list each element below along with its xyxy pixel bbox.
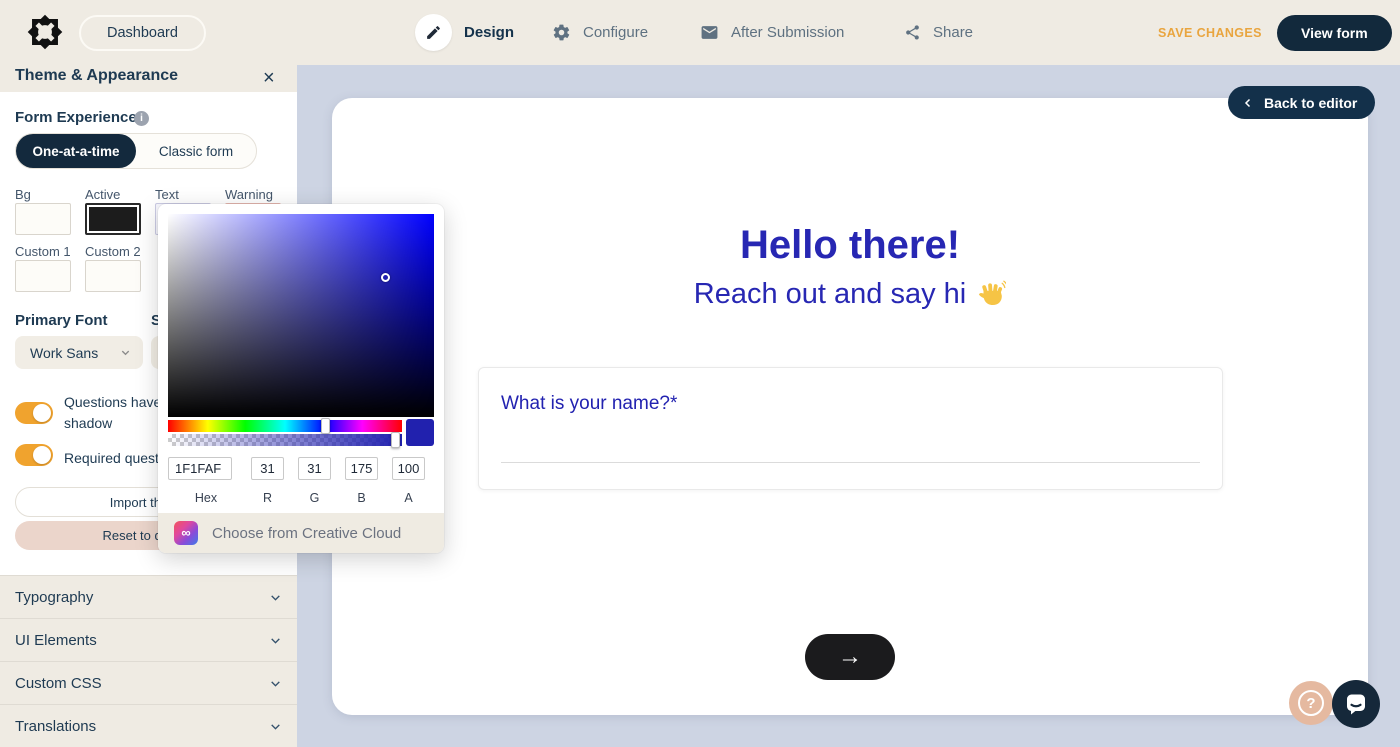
chevron-down-icon — [120, 347, 131, 358]
next-arrow-button[interactable]: → — [805, 634, 895, 680]
swatch-custom1[interactable] — [15, 260, 71, 292]
fillout-logo-icon[interactable] — [26, 12, 64, 52]
sidebar-accordion: Typography UI Elements Custom CSS Transl… — [0, 575, 297, 747]
hex-input[interactable] — [168, 457, 232, 480]
question-mark-icon: ? — [1298, 690, 1324, 716]
chat-widget-button[interactable] — [1332, 680, 1380, 728]
pencil-icon — [415, 14, 452, 51]
tab-configure[interactable]: Configure — [552, 0, 648, 65]
form-experience-label: Form Experience — [15, 109, 137, 126]
selected-color-preview — [406, 419, 434, 446]
view-form-label: View form — [1301, 25, 1368, 41]
section-custom-css[interactable]: Custom CSS — [0, 661, 297, 704]
sidebar-title: Theme & Appearance — [15, 67, 178, 85]
hue-slider[interactable] — [168, 420, 402, 432]
swatch-label-warning: Warning — [225, 187, 273, 202]
share-icon — [904, 24, 921, 41]
creative-cloud-option[interactable]: ∞ Choose from Creative Cloud — [158, 513, 444, 553]
section-ui-elements-label: UI Elements — [15, 632, 269, 649]
tab-design-label: Design — [464, 24, 514, 41]
box-shadow-toggle[interactable] — [15, 402, 53, 424]
required-questions-toggle[interactable] — [15, 444, 53, 466]
tab-after-submission[interactable]: After Submission — [700, 0, 844, 65]
chevron-left-icon — [1242, 97, 1254, 109]
question-label: What is your name?* — [501, 393, 677, 415]
red-input[interactable] — [251, 457, 284, 480]
toggle-knob — [33, 404, 51, 422]
blue-label: B — [345, 491, 378, 505]
chevron-down-icon — [269, 634, 282, 647]
alpha-gradient — [168, 434, 402, 446]
toggle-knob — [33, 446, 51, 464]
form-subheading-text: Reach out and say hi — [694, 278, 966, 311]
saturation-gradient-area[interactable] — [168, 214, 434, 417]
swatch-label-text: Text — [155, 187, 179, 202]
option-one-at-a-time[interactable]: One-at-a-time — [16, 134, 136, 168]
tab-configure-label: Configure — [583, 24, 648, 41]
alpha-input[interactable] — [392, 457, 425, 480]
swatch-active[interactable] — [85, 203, 141, 235]
waving-hand-emoji-icon — [976, 280, 1006, 310]
creative-cloud-icon: ∞ — [174, 521, 198, 545]
tab-after-submission-label: After Submission — [731, 24, 844, 41]
envelope-icon — [700, 23, 719, 42]
primary-font-select[interactable]: Work Sans — [15, 336, 143, 369]
swatch-label-custom2: Custom 2 — [85, 244, 141, 259]
sidebar-header: Theme & Appearance × — [0, 65, 297, 92]
form-subheading: Reach out and say hi — [332, 278, 1368, 311]
hue-slider-handle[interactable] — [321, 418, 330, 434]
option-classic-form[interactable]: Classic form — [136, 134, 256, 168]
view-form-button[interactable]: View form — [1277, 15, 1392, 51]
primary-font-value: Work Sans — [30, 345, 120, 361]
chevron-down-icon — [269, 677, 282, 690]
alpha-slider-handle[interactable] — [391, 432, 400, 448]
tab-share-label: Share — [933, 24, 973, 41]
close-icon[interactable]: × — [263, 65, 275, 91]
blue-input[interactable] — [345, 457, 378, 480]
swatch-label-custom1: Custom 1 — [15, 244, 71, 259]
topbar: Dashboard Design Configure After Submiss… — [0, 0, 1400, 65]
question-card[interactable]: What is your name?* — [478, 367, 1223, 490]
swatch-label-active: Active — [85, 187, 120, 202]
green-input[interactable] — [298, 457, 331, 480]
form-hero: Hello there! Reach out and say hi — [332, 223, 1368, 311]
section-typography[interactable]: Typography — [0, 575, 297, 618]
chat-bubble-icon — [1344, 692, 1368, 716]
back-to-editor-button[interactable]: Back to editor — [1228, 86, 1375, 119]
swatch-label-bg: Bg — [15, 187, 31, 202]
dashboard-button[interactable]: Dashboard — [79, 15, 206, 51]
primary-font-label: Primary Font — [15, 312, 108, 329]
chevron-down-icon — [269, 720, 282, 733]
section-ui-elements[interactable]: UI Elements — [0, 618, 297, 661]
alpha-slider[interactable] — [168, 434, 402, 446]
red-label: R — [251, 491, 284, 505]
form-experience-segmented: One-at-a-time Classic form — [15, 133, 257, 169]
info-icon[interactable]: i — [134, 111, 149, 126]
form-preview-area: Back to editor Hello there! Reach out an… — [297, 65, 1400, 747]
swatch-bg[interactable] — [15, 203, 71, 235]
creative-cloud-label: Choose from Creative Cloud — [212, 525, 401, 542]
dashboard-label: Dashboard — [107, 25, 178, 41]
gear-icon — [552, 23, 571, 42]
help-button[interactable]: ? — [1289, 681, 1333, 725]
section-translations[interactable]: Translations — [0, 704, 297, 747]
alpha-label: A — [392, 491, 425, 505]
right-arrow-icon: → — [838, 643, 862, 671]
swatch-custom2[interactable] — [85, 260, 141, 292]
form-heading: Hello there! — [332, 223, 1368, 268]
tab-design[interactable]: Design — [415, 0, 514, 65]
green-label: G — [298, 491, 331, 505]
tab-share[interactable]: Share — [904, 0, 973, 65]
chevron-down-icon — [269, 591, 282, 604]
form-preview-card: Hello there! Reach out and say hi — [332, 98, 1368, 715]
color-picker-popup: Hex R G B A ∞ Choose from Creative Cloud — [158, 204, 444, 553]
answer-input-underline[interactable] — [501, 462, 1200, 463]
hex-label: Hex — [168, 491, 244, 505]
save-changes-link[interactable]: SAVE CHANGES — [1158, 26, 1262, 40]
section-translations-label: Translations — [15, 718, 269, 735]
section-custom-css-label: Custom CSS — [15, 675, 269, 692]
back-to-editor-label: Back to editor — [1264, 95, 1357, 111]
gradient-cursor[interactable] — [381, 273, 390, 282]
section-typography-label: Typography — [15, 589, 269, 606]
